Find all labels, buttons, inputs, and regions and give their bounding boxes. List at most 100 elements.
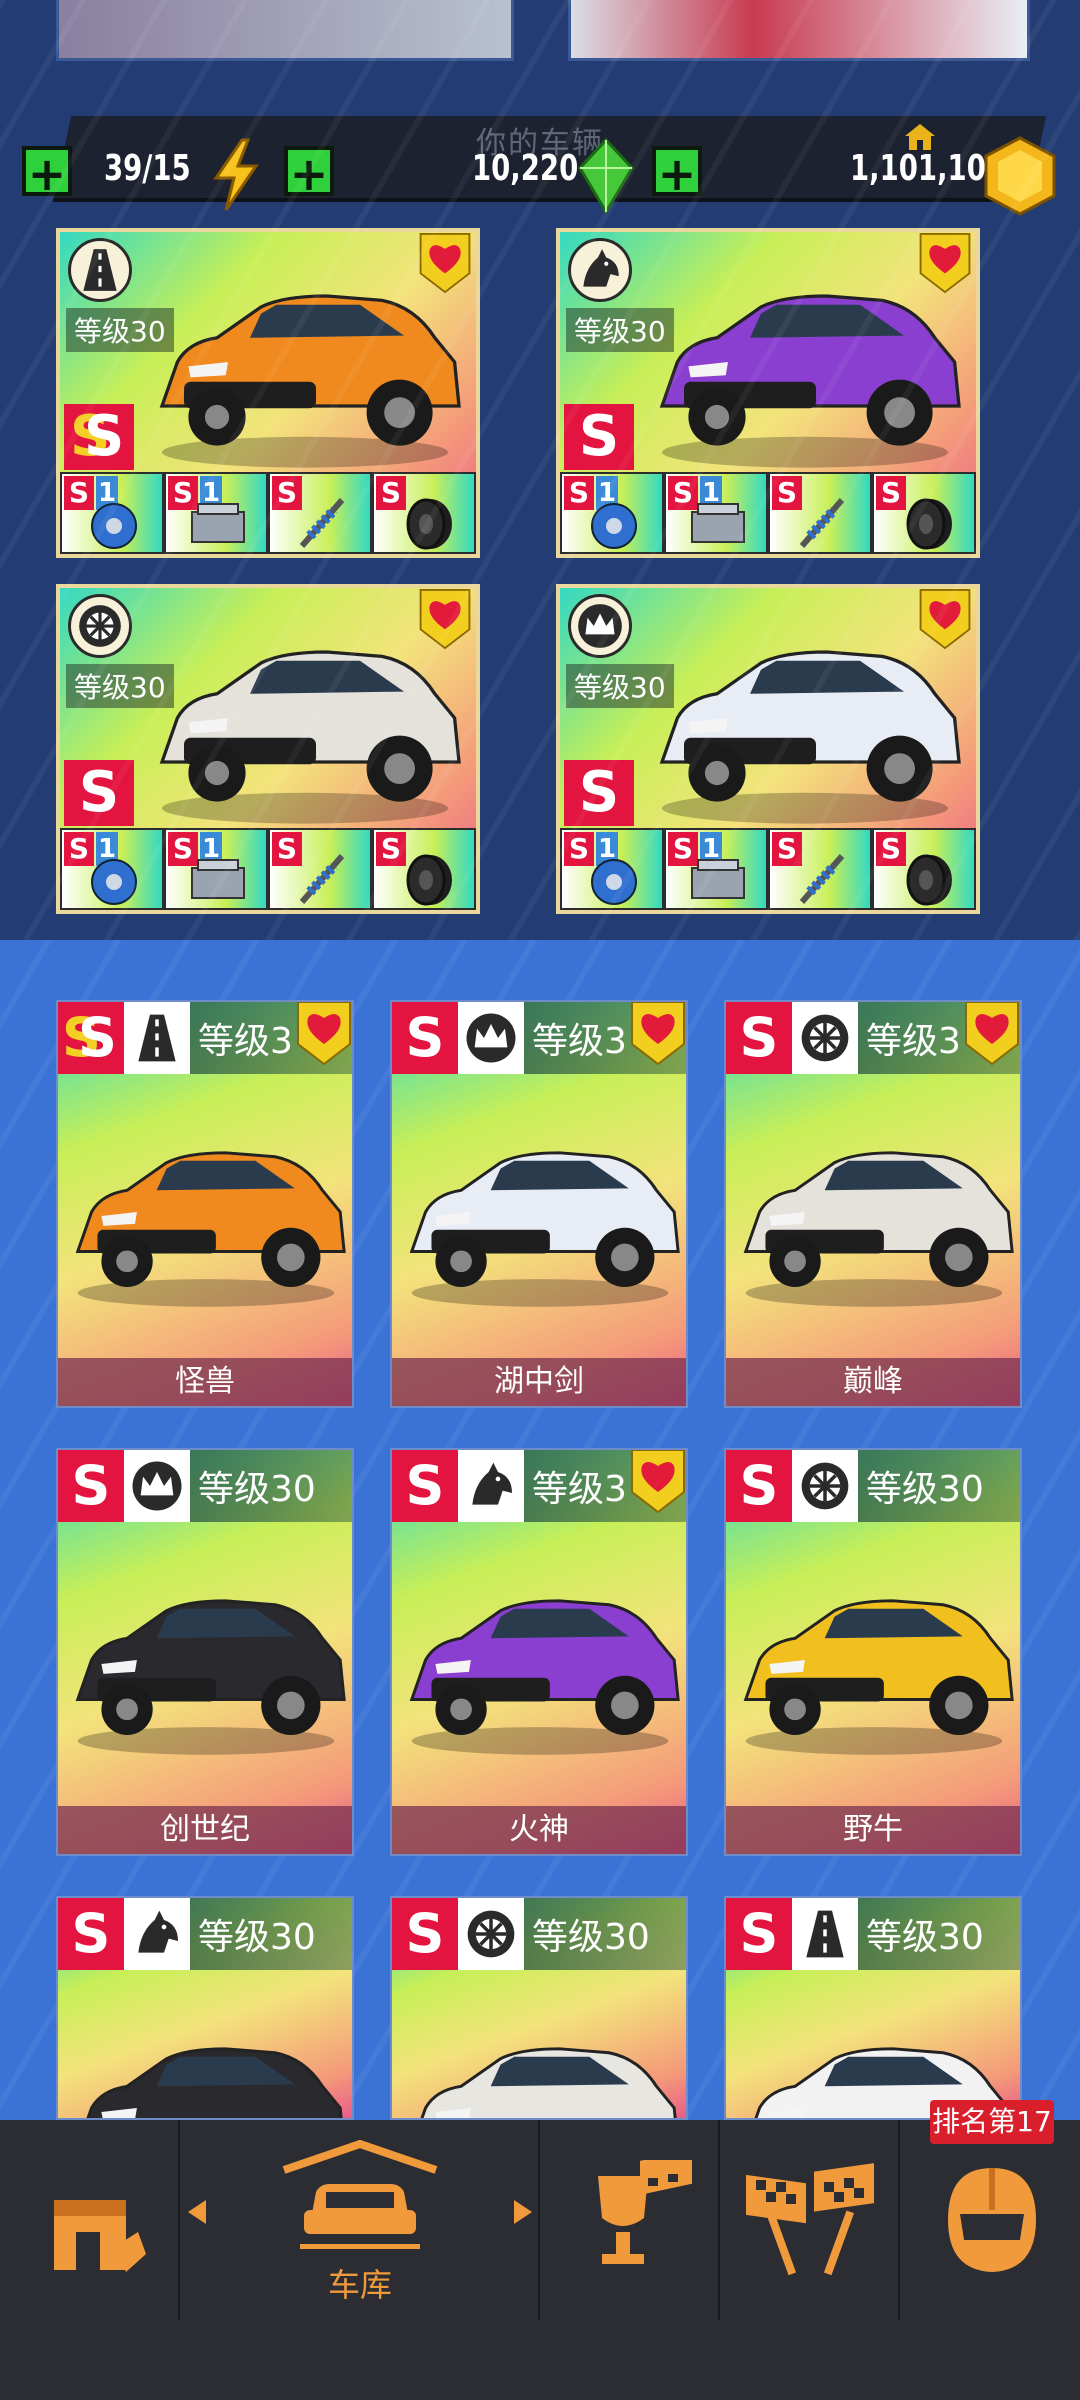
add-gems-button[interactable]: + bbox=[284, 146, 334, 198]
car-level: 等级30 bbox=[198, 1917, 316, 1958]
house-icon bbox=[905, 124, 935, 150]
upgrade-part-engine[interactable]: S1 bbox=[164, 828, 268, 910]
car-image bbox=[726, 1550, 1020, 1770]
road-icon bbox=[124, 1002, 190, 1074]
trophy-icon[interactable] bbox=[578, 2160, 698, 2280]
partial-car-card[interactable] bbox=[56, 0, 514, 61]
car-card[interactable]: S 等级30 野牛 bbox=[724, 1448, 1022, 1856]
car-card-header: S 等级30 bbox=[58, 1898, 352, 1970]
garage-title: 你的车辆 bbox=[476, 126, 604, 161]
car-image bbox=[58, 1998, 352, 2118]
horse-icon bbox=[124, 1898, 190, 1970]
gem-icon bbox=[578, 138, 634, 214]
featured-car-card[interactable]: 等级30 S S 1 S 1 S S bbox=[56, 584, 480, 914]
rank-badge-s: S bbox=[564, 404, 634, 470]
car-card-header: S 等级30 bbox=[58, 1450, 352, 1522]
upgrade-part-tire[interactable]: S bbox=[872, 472, 976, 554]
car-card-header: S 等级30 bbox=[392, 1898, 686, 1970]
rank-badge-ss: SS bbox=[58, 1002, 124, 1074]
car-level: 等级30 bbox=[532, 1917, 650, 1958]
rank-badge-s: S bbox=[726, 1450, 792, 1522]
wheel-icon bbox=[792, 1450, 858, 1522]
car-card-header: S 等级30 bbox=[726, 1898, 1020, 1970]
car-level: 等级30 bbox=[566, 664, 674, 708]
car-level: 等级3 bbox=[198, 1021, 293, 1062]
road-icon bbox=[68, 238, 132, 302]
favorite-heart-icon[interactable] bbox=[294, 1002, 352, 1066]
car-card[interactable]: S 等级30 bbox=[56, 1896, 354, 2120]
upgrade-part-suspension[interactable]: S bbox=[268, 828, 372, 910]
car-level: 等级30 bbox=[198, 1469, 316, 1510]
upgrade-part-brake[interactable]: S1 bbox=[60, 472, 164, 554]
energy-value: 39/15 bbox=[104, 148, 191, 189]
car-level: 等级3 bbox=[532, 1469, 627, 1510]
upgrade-part-engine[interactable]: S1 bbox=[164, 472, 268, 554]
horse-icon bbox=[568, 238, 632, 302]
rank-badge-s: S bbox=[58, 1898, 124, 1970]
add-energy-button[interactable]: + bbox=[22, 146, 72, 198]
favorite-heart-icon[interactable] bbox=[628, 1002, 686, 1066]
car-image bbox=[640, 608, 970, 828]
favorite-heart-icon[interactable] bbox=[416, 588, 474, 650]
favorite-heart-icon[interactable] bbox=[416, 232, 474, 294]
car-level: 等级30 bbox=[66, 664, 174, 708]
shop-icon[interactable] bbox=[46, 2176, 156, 2286]
partial-car-card[interactable] bbox=[568, 0, 1030, 61]
crown-icon bbox=[458, 1002, 524, 1074]
upgrade-part-suspension[interactable]: S bbox=[768, 828, 872, 910]
add-coins-button[interactable]: + bbox=[652, 146, 702, 198]
garage-icon[interactable] bbox=[280, 2140, 440, 2250]
checkered-flags-icon[interactable] bbox=[740, 2160, 880, 2280]
featured-car-card[interactable]: 等级30 S S 1 S 1 S S bbox=[556, 584, 980, 914]
upgrade-parts-row: S1S1SS bbox=[560, 828, 976, 910]
upgrade-part-tire[interactable]: S bbox=[872, 828, 976, 910]
coin-icon bbox=[984, 136, 1056, 216]
favorite-heart-icon[interactable] bbox=[916, 232, 974, 294]
prev-arrow-icon[interactable] bbox=[188, 2200, 206, 2224]
rank-badge: 排名第17 bbox=[930, 2100, 1054, 2144]
upgrade-part-engine[interactable]: S1 bbox=[664, 472, 768, 554]
featured-car-card[interactable]: 等级30 S S 1 S 1 S S bbox=[556, 228, 980, 558]
car-image bbox=[726, 1102, 1020, 1322]
car-card-header: S 等级30 bbox=[726, 1450, 1020, 1522]
rank-badge-s: S bbox=[392, 1002, 458, 1074]
upgrade-part-engine[interactable]: S1 bbox=[664, 828, 768, 910]
car-card[interactable]: S 等级30 bbox=[724, 1896, 1022, 2120]
featured-car-card[interactable]: 等级30 S S S 1 S 1 S S bbox=[56, 228, 480, 558]
resource-bar: 你的车辆 + 39/15 + 10,220 + 1,101,107 bbox=[0, 116, 1080, 226]
nav-garage-label[interactable]: 车库 bbox=[180, 2260, 540, 2306]
car-card[interactable]: S 等级3 巅峰 bbox=[724, 1000, 1022, 1408]
car-name: 野牛 bbox=[726, 1806, 1020, 1854]
upgrade-part-tire[interactable]: S bbox=[372, 472, 476, 554]
favorite-heart-icon[interactable] bbox=[962, 1002, 1020, 1066]
car-level: 等级3 bbox=[866, 1021, 961, 1062]
car-card[interactable]: S 等级30 bbox=[390, 1896, 688, 2120]
favorite-heart-icon[interactable] bbox=[628, 1450, 686, 1514]
upgrade-part-brake[interactable]: S1 bbox=[560, 828, 664, 910]
next-arrow-icon[interactable] bbox=[514, 2200, 532, 2224]
upgrade-part-suspension[interactable]: S bbox=[768, 472, 872, 554]
car-card[interactable]: S S 等级3 怪兽 bbox=[56, 1000, 354, 1408]
upgrade-parts-row: S1S1SS bbox=[560, 472, 976, 554]
rank-badge-s: S bbox=[392, 1898, 458, 1970]
crown-icon bbox=[568, 594, 632, 658]
helmet-icon[interactable] bbox=[940, 2160, 1044, 2280]
car-card[interactable]: S 等级3 火神 bbox=[390, 1448, 688, 1856]
car-card[interactable]: S 等级3 湖中剑 bbox=[390, 1000, 688, 1408]
car-image bbox=[640, 252, 970, 472]
car-level: 等级30 bbox=[66, 308, 174, 352]
car-name: 创世纪 bbox=[58, 1806, 352, 1854]
coins-value: 1,101,107 bbox=[850, 148, 1006, 189]
upgrade-parts-row: S1S1SS bbox=[60, 828, 476, 910]
car-image bbox=[392, 1998, 686, 2118]
featured-section: 你的车辆 + 39/15 + 10,220 + 1,101,107 等级30 S S… bbox=[0, 0, 1080, 940]
rank-badge-s: S bbox=[58, 1450, 124, 1522]
car-level: 等级3 bbox=[532, 1021, 627, 1062]
car-card[interactable]: S 等级30 创世纪 bbox=[56, 1448, 354, 1856]
upgrade-part-suspension[interactable]: S bbox=[268, 472, 372, 554]
car-image bbox=[392, 1102, 686, 1322]
favorite-heart-icon[interactable] bbox=[916, 588, 974, 650]
upgrade-part-tire[interactable]: S bbox=[372, 828, 476, 910]
upgrade-part-brake[interactable]: S1 bbox=[560, 472, 664, 554]
upgrade-part-brake[interactable]: S1 bbox=[60, 828, 164, 910]
